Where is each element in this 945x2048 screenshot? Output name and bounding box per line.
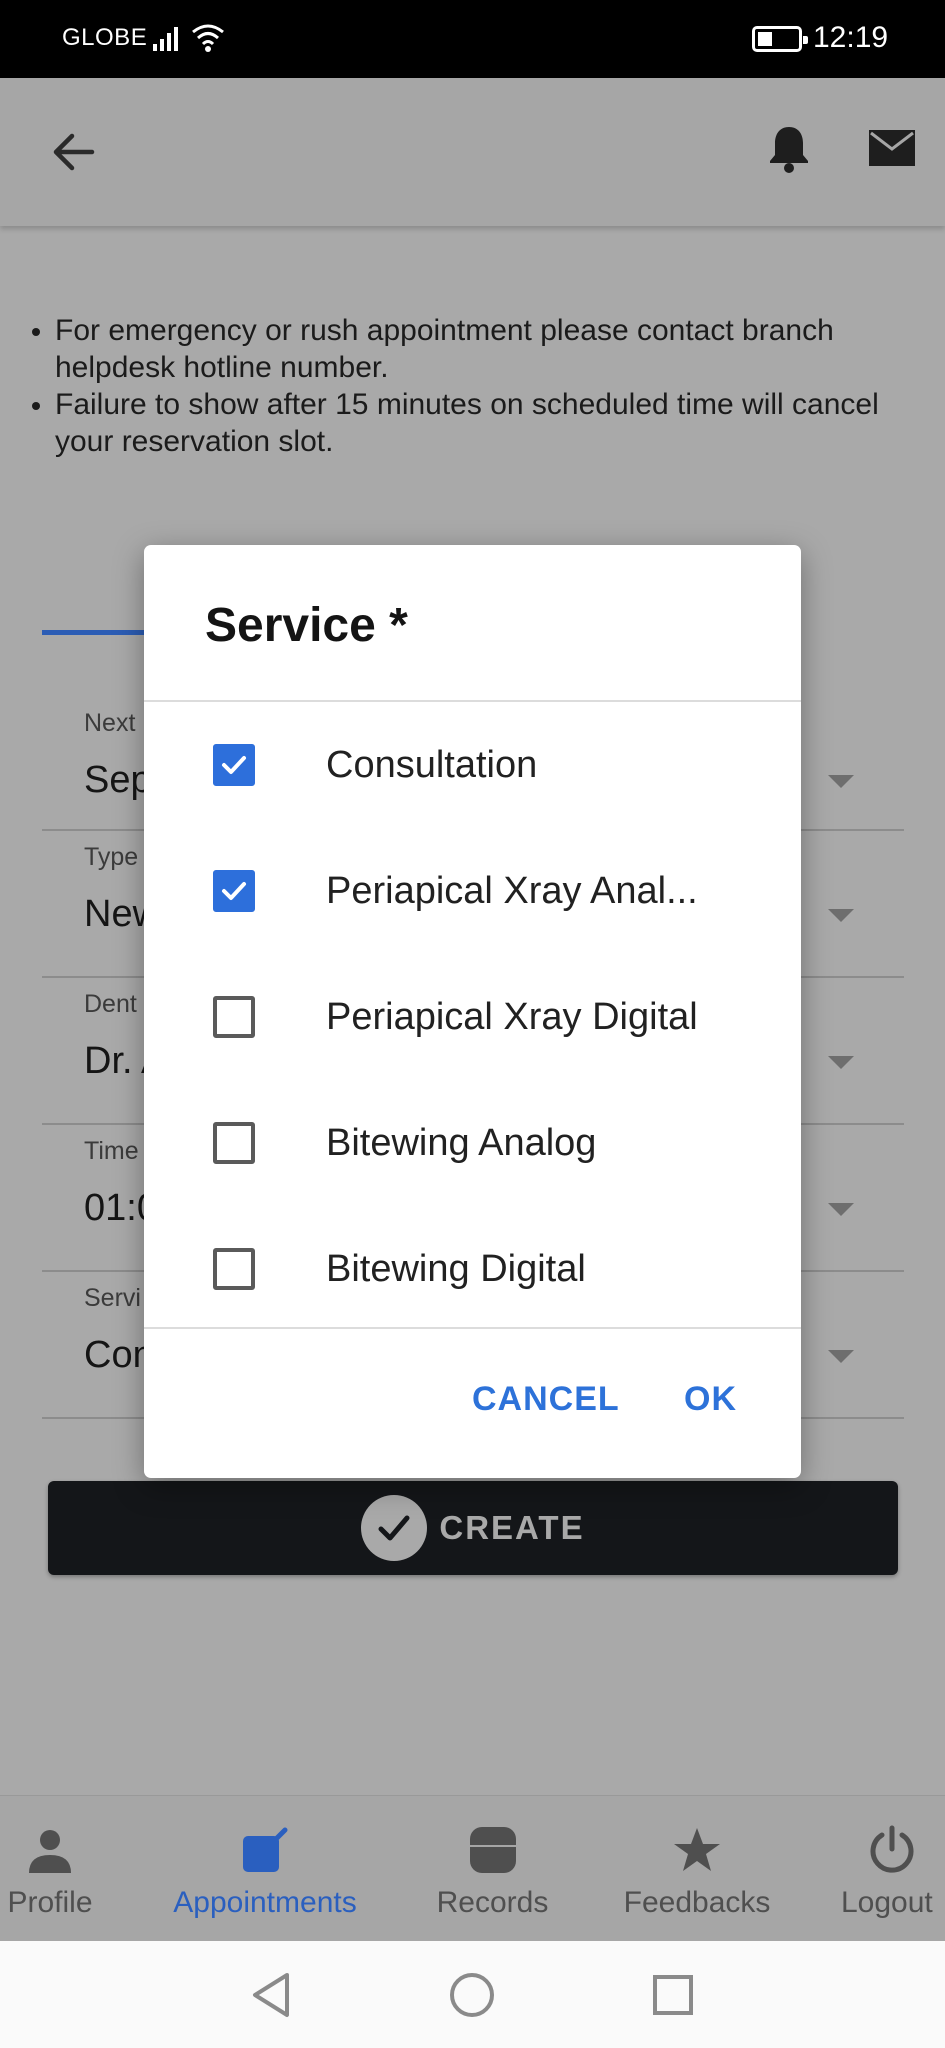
nav-label: Appointments (173, 1886, 357, 1919)
option-label: Consultation (326, 744, 538, 786)
option-label: Bitewing Digital (326, 1248, 586, 1290)
records-icon (467, 1822, 519, 1878)
messages-button[interactable] (858, 114, 926, 182)
service-option[interactable]: Periapical Xray Anal... (144, 828, 801, 954)
option-label: Bitewing Analog (326, 1122, 597, 1164)
cancel-button[interactable]: CANCEL (472, 1380, 620, 1419)
signal-icon (153, 27, 178, 51)
app-bar (0, 78, 945, 226)
note-item: Failure to show after 15 minutes on sche… (28, 386, 908, 460)
field-label: Dent (84, 990, 137, 1018)
dropdown-caret-icon (828, 909, 854, 922)
service-option[interactable]: Consultation (144, 702, 801, 828)
service-option[interactable]: Bitewing Analog (144, 1080, 801, 1206)
dropdown-caret-icon (828, 1203, 854, 1216)
person-icon (25, 1822, 75, 1878)
service-option[interactable]: Bitewing Digital (144, 1206, 801, 1332)
status-bar: GLOBE 12:19 (0, 0, 945, 78)
nav-item-feedbacks[interactable]: Feedbacks (612, 1796, 782, 1942)
checkbox[interactable] (213, 1248, 255, 1290)
bottom-navigation: Profile Appointments Records Feedbacks L… (0, 1795, 945, 1941)
dialog-divider (144, 1327, 801, 1329)
system-back-button[interactable] (245, 1969, 297, 2021)
checkbox[interactable] (213, 1122, 255, 1164)
back-arrow-icon (53, 133, 95, 171)
dialog-title: Service * (205, 599, 408, 652)
system-navigation-bar (0, 1941, 945, 2048)
checkbox[interactable] (213, 744, 255, 786)
create-button[interactable]: CREATE (48, 1481, 898, 1575)
checkbox[interactable] (213, 870, 255, 912)
service-option[interactable]: Periapical Xray Digital (144, 954, 801, 1080)
appointment-notes: For emergency or rush appointment please… (28, 312, 908, 460)
nav-label: Records (436, 1886, 549, 1919)
status-time: 12:19 (813, 21, 889, 54)
bell-icon (770, 127, 808, 173)
square-recents-icon (653, 1975, 693, 2015)
nav-item-logout[interactable]: Logout (835, 1796, 945, 1942)
create-button-label: CREATE (439, 1509, 585, 1546)
appointment-edit-icon (239, 1822, 291, 1878)
back-button[interactable] (40, 118, 108, 186)
wifi-icon (192, 24, 224, 52)
option-label: Periapical Xray Anal... (326, 870, 698, 912)
circle-home-icon (450, 1973, 494, 2017)
option-label: Periapical Xray Digital (326, 996, 698, 1038)
mail-icon (869, 130, 915, 166)
triangle-back-icon (253, 1973, 289, 2017)
nav-label: Logout (841, 1886, 933, 1919)
field-label: Time (84, 1137, 139, 1165)
note-item: For emergency or rush appointment please… (28, 312, 908, 386)
checkbox[interactable] (213, 996, 255, 1038)
carrier-label: GLOBE (62, 24, 148, 51)
field-label: Type (84, 843, 139, 871)
field-label: Next (84, 709, 136, 737)
dropdown-caret-icon (828, 1350, 854, 1363)
ok-button[interactable]: OK (684, 1380, 737, 1419)
system-home-button[interactable] (446, 1969, 498, 2021)
star-icon (672, 1822, 722, 1878)
nav-item-appointments[interactable]: Appointments (155, 1796, 375, 1942)
service-dialog: Service * Consultation Periapical Xray A… (144, 545, 801, 1478)
check-icon (222, 882, 246, 900)
nav-label: Profile (7, 1886, 93, 1919)
check-circle-icon (361, 1495, 428, 1561)
field-label: Servi (84, 1284, 141, 1312)
dropdown-caret-icon (828, 1056, 854, 1069)
system-recents-button[interactable] (647, 1969, 699, 2021)
battery-icon (752, 26, 808, 52)
nav-label: Feedbacks (623, 1886, 771, 1919)
notifications-button[interactable] (755, 114, 823, 182)
nav-item-records[interactable]: Records (425, 1796, 560, 1942)
field-value: Sep (84, 759, 152, 801)
power-icon (867, 1822, 917, 1878)
nav-item-profile[interactable]: Profile (0, 1796, 100, 1942)
check-icon (222, 756, 246, 774)
dropdown-caret-icon (828, 775, 854, 788)
